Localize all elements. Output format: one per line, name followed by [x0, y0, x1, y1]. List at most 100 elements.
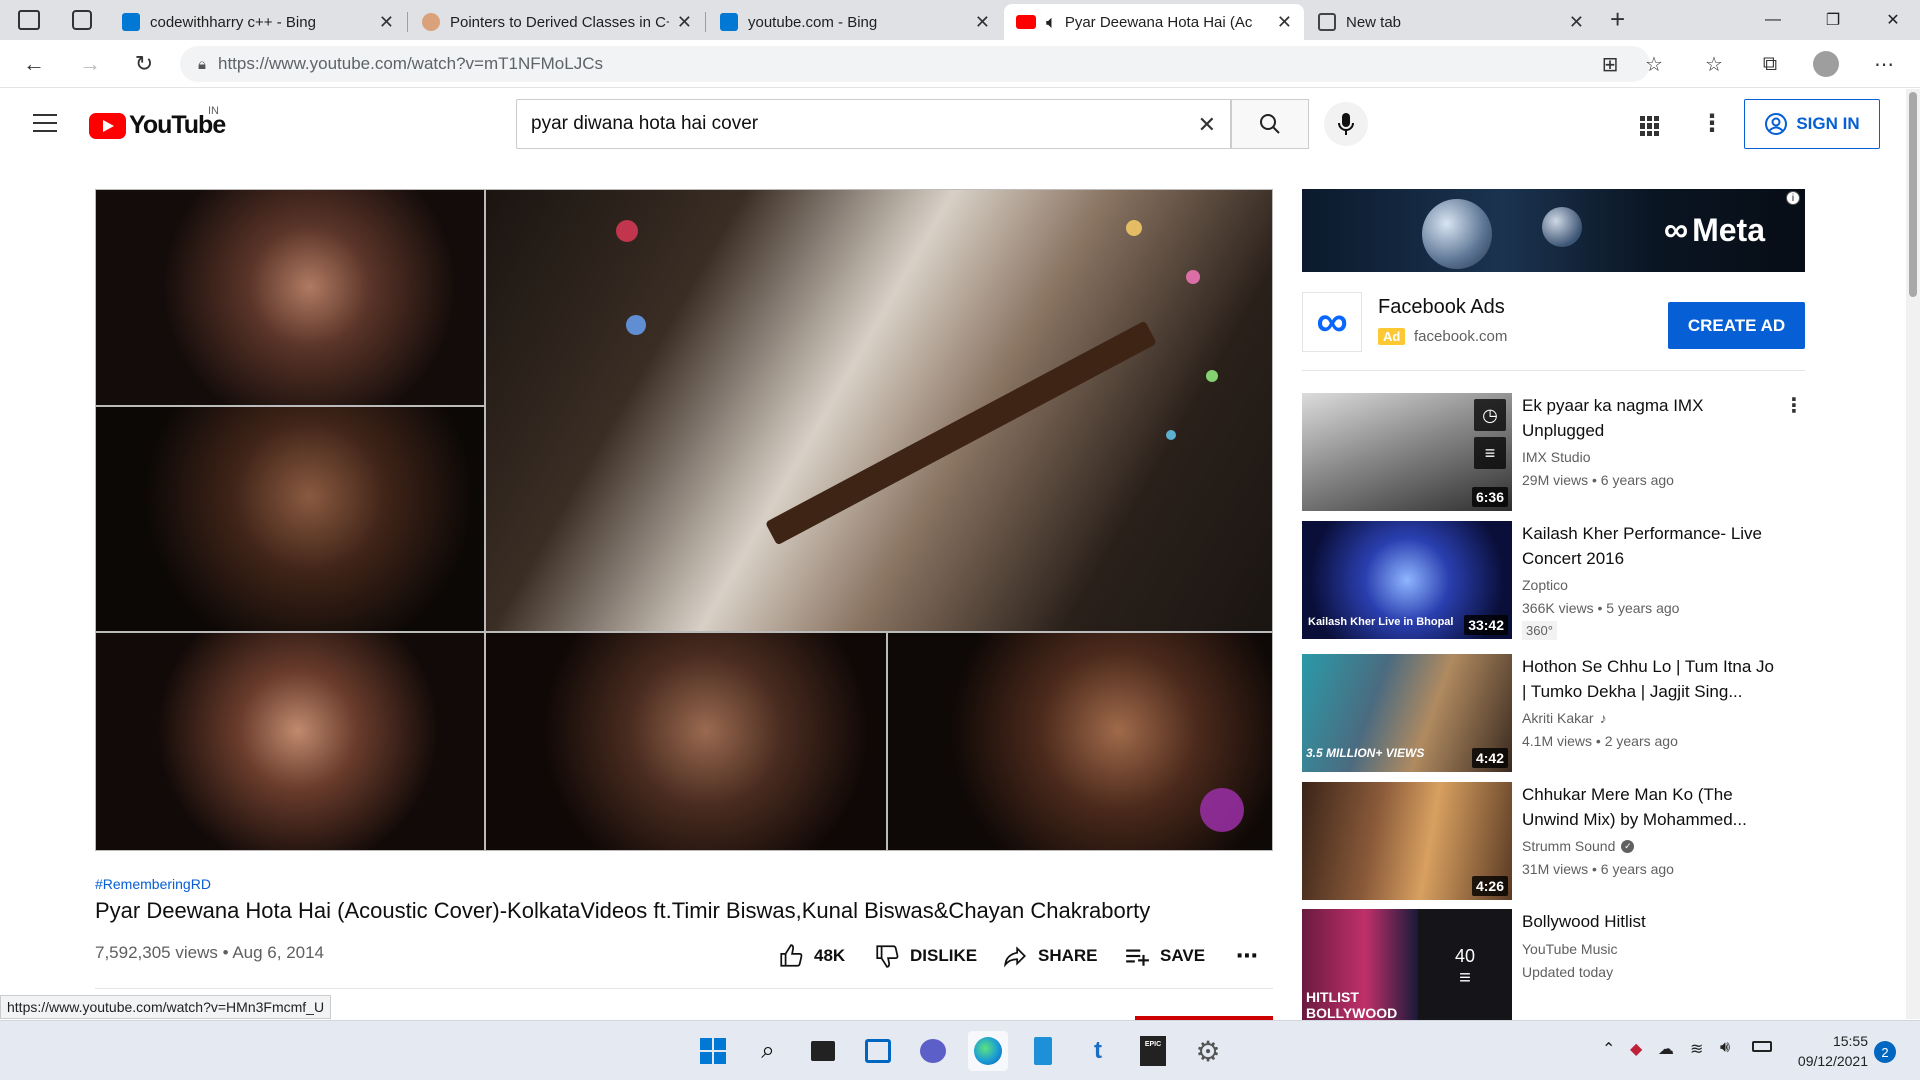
recommendation-title[interactable]: Kailash Kher Performance- Live Concert 2… — [1522, 521, 1782, 571]
restore-button[interactable]: ❐ — [1810, 0, 1856, 40]
ad-info-icon[interactable]: i — [1786, 191, 1800, 205]
task-view-icon[interactable] — [803, 1031, 843, 1071]
search-query[interactable]: pyar diwana hota hai cover — [531, 113, 758, 135]
settings-gear-icon[interactable]: ⚙ — [1188, 1031, 1228, 1071]
hamburger-menu-icon[interactable] — [33, 114, 57, 132]
tab-youtube-video[interactable]: 🔈︎ Pyar Deewana Hota Hai (Ac ✕ — [1004, 4, 1304, 40]
video-thumbnail[interactable]: Kailash Kher Live in Bhopal 33:42 — [1302, 521, 1512, 639]
close-icon[interactable]: ✕ — [1569, 12, 1584, 33]
address-bar[interactable]: 🔒︎ https://www.youtube.com/watch?v=mT1NF… — [180, 46, 1650, 82]
taskbar-clock[interactable]: 15:55 09/12/2021 — [1788, 1031, 1868, 1071]
battery-icon[interactable] — [1752, 1039, 1772, 1057]
lock-icon[interactable]: 🔒︎ — [198, 56, 206, 73]
youtube-logo[interactable]: YouTube — [89, 111, 226, 140]
recommendation-title[interactable]: Bollywood Hitlist — [1522, 909, 1782, 934]
channel-name[interactable]: Strumm Sound — [1522, 838, 1615, 854]
file-explorer-icon[interactable] — [1023, 1031, 1063, 1071]
back-button[interactable]: ← — [16, 46, 52, 82]
close-icon[interactable]: ✕ — [1277, 12, 1292, 33]
widgets-icon[interactable] — [858, 1031, 898, 1071]
forward-button[interactable]: → — [72, 46, 108, 82]
share-button[interactable]: SHARE — [1002, 940, 1098, 972]
volume-icon[interactable]: 🔊︎ — [1720, 1039, 1730, 1057]
video-pane-singer-bottom-middle — [485, 632, 887, 851]
channel-name[interactable]: Akriti Kakar — [1522, 710, 1594, 726]
recommendation-item[interactable]: ◷ ≡ 6:36 Ek pyaar ka nagma IMX Unplugged… — [1302, 393, 1822, 511]
recommendation-channel[interactable]: Akriti Kakar ♪ — [1522, 710, 1607, 726]
recommendation-channel[interactable]: Zoptico — [1522, 577, 1568, 593]
tumblr-icon[interactable]: t — [1078, 1031, 1118, 1071]
channel-name[interactable]: Zoptico — [1522, 577, 1568, 593]
like-button[interactable]: 48K — [778, 940, 845, 972]
video-player[interactable] — [95, 189, 1273, 851]
ad-banner-image[interactable]: ∞ Meta — [1302, 189, 1805, 272]
close-window-button[interactable]: ✕ — [1870, 0, 1916, 40]
recommendation-title[interactable]: Chhukar Mere Man Ko (The Unwind Mix) by … — [1522, 782, 1782, 832]
channel-name[interactable]: IMX Studio — [1522, 449, 1590, 465]
wifi-icon[interactable]: ≋ — [1690, 1039, 1703, 1059]
search-input[interactable]: pyar diwana hota hai cover ✕ — [516, 99, 1231, 149]
more-menu-icon[interactable]: ⋯ — [1870, 50, 1898, 78]
speaker-icon[interactable]: 🔈︎ — [1046, 12, 1057, 33]
add-favorite-icon[interactable]: ☆ — [1640, 50, 1668, 78]
start-button[interactable] — [693, 1031, 733, 1071]
close-icon[interactable]: ✕ — [975, 12, 990, 33]
facebook-ads-logo[interactable]: ∞ — [1302, 292, 1362, 352]
video-thumbnail[interactable]: 4:26 — [1302, 782, 1512, 900]
save-button[interactable]: SAVE — [1124, 940, 1205, 972]
tab-pointers[interactable]: Pointers to Derived Classes in C+ ✕ — [410, 4, 704, 40]
favorites-icon[interactable]: ☆ — [1700, 50, 1728, 78]
channel-watermark-icon[interactable] — [1200, 788, 1244, 832]
apps-grid-icon[interactable] — [1640, 116, 1660, 136]
notification-badge[interactable]: 2 — [1874, 1041, 1896, 1063]
ad-title[interactable]: Facebook Ads — [1378, 296, 1505, 319]
playlist-thumbnail[interactable]: HITLIST BOLLYWOOD 40 ≡ — [1302, 909, 1512, 1027]
recommendation-item[interactable]: 3.5 MILLION+ VIEWS 4:42 Hothon Se Chhu L… — [1302, 654, 1822, 772]
show-hidden-icons-icon[interactable]: ⌃ — [1602, 1039, 1615, 1059]
new-tab-button[interactable]: + — [1610, 4, 1625, 35]
recommendation-item[interactable]: 4:26 Chhukar Mere Man Ko (The Unwind Mix… — [1302, 782, 1822, 900]
watch-later-icon[interactable]: ◷ — [1474, 399, 1506, 431]
create-ad-button[interactable]: CREATE AD — [1668, 302, 1805, 349]
taskbar-search-icon[interactable]: ⌕ — [748, 1031, 788, 1071]
close-icon[interactable]: ✕ — [677, 12, 692, 33]
video-thumbnail[interactable]: ◷ ≡ 6:36 — [1302, 393, 1512, 511]
settings-more-icon[interactable]: ⋮ — [1700, 109, 1724, 138]
recommendation-channel[interactable]: IMX Studio — [1522, 449, 1590, 465]
teams-chat-icon[interactable] — [913, 1031, 953, 1071]
recommendation-title[interactable]: Hothon Se Chhu Lo | Tum Itna Jo | Tumko … — [1522, 654, 1782, 704]
tab-bing-codewithharry[interactable]: codewithharry c++ - Bing ✕ — [110, 4, 406, 40]
page-scrollbar-thumb[interactable] — [1909, 92, 1917, 297]
recommendation-item[interactable]: Kailash Kher Live in Bhopal 33:42 Kailas… — [1302, 521, 1822, 640]
collections-icon[interactable] — [72, 10, 92, 30]
tab-actions-icon[interactable] — [18, 10, 40, 30]
item-menu-icon[interactable]: ⋮ — [1784, 393, 1804, 418]
url-text[interactable]: https://www.youtube.com/watch?v=mT1NFMoL… — [218, 54, 603, 74]
video-thumbnail[interactable]: 3.5 MILLION+ VIEWS 4:42 — [1302, 654, 1512, 772]
tray-app-icon[interactable]: ◆ — [1630, 1039, 1642, 1059]
add-to-queue-icon[interactable]: ≡ — [1474, 437, 1506, 469]
clear-search-icon[interactable]: ✕ — [1198, 112, 1216, 138]
more-actions-button[interactable]: ⋯ — [1236, 940, 1258, 972]
collections-icon[interactable]: ⧉ — [1756, 50, 1784, 78]
search-button[interactable] — [1231, 99, 1309, 149]
profile-avatar[interactable] — [1812, 50, 1840, 78]
edge-browser-icon[interactable] — [968, 1031, 1008, 1071]
recommendation-item[interactable]: HITLIST BOLLYWOOD 40 ≡ Bollywood Hitlist… — [1302, 909, 1822, 1027]
tab-new-tab[interactable]: New tab ✕ — [1306, 4, 1596, 40]
tab-bing-youtube[interactable]: youtube.com - Bing ✕ — [708, 4, 1002, 40]
epic-games-icon[interactable]: EPIC — [1133, 1031, 1173, 1071]
sign-in-button[interactable]: SIGN IN — [1744, 99, 1880, 149]
app-available-icon[interactable]: ⊞ — [1596, 50, 1624, 78]
recommendation-title[interactable]: Ek pyaar ka nagma IMX Unplugged — [1522, 393, 1782, 443]
recommendation-channel[interactable]: Strumm Sound ✓ — [1522, 838, 1635, 854]
channel-name[interactable]: YouTube Music — [1522, 941, 1617, 957]
voice-search-button[interactable] — [1324, 102, 1368, 146]
video-hashtag[interactable]: #RememberingRD — [95, 876, 211, 892]
dislike-button[interactable]: DISLIKE — [874, 940, 977, 972]
onedrive-cloud-icon[interactable]: ☁ — [1658, 1039, 1674, 1059]
minimize-button[interactable]: — — [1750, 0, 1796, 40]
close-icon[interactable]: ✕ — [379, 12, 394, 33]
recommendation-channel[interactable]: YouTube Music — [1522, 941, 1617, 957]
refresh-button[interactable]: ↻ — [126, 46, 162, 82]
